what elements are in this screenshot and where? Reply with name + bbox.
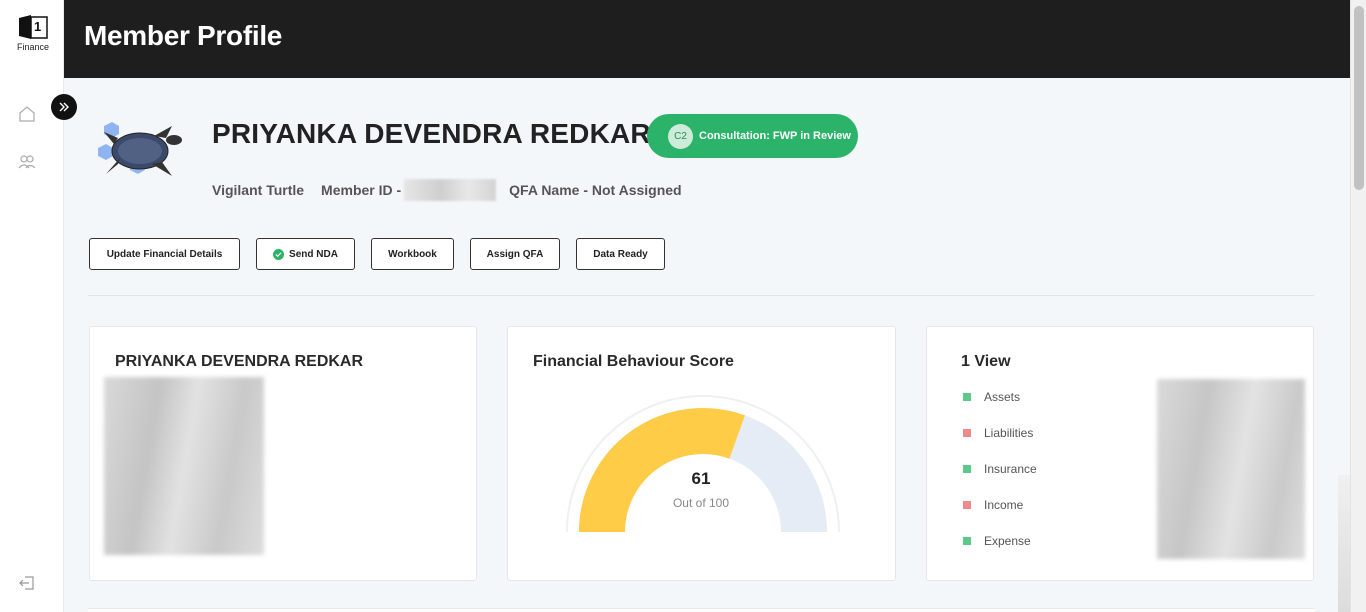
floating-widget-edge bbox=[1338, 475, 1350, 612]
member-name: PRIYANKA DEVENDRA REDKAR bbox=[212, 118, 651, 149]
legend-item-insurance: Insurance bbox=[963, 462, 1037, 476]
status-badge[interactable]: C2 Consultation: FWP in Review bbox=[647, 114, 858, 158]
legend-dot bbox=[963, 393, 971, 401]
member-meta: Vigilant Turtle Member ID - QFA Name - N… bbox=[212, 179, 682, 201]
legend-label: Income bbox=[984, 498, 1024, 512]
member-id-redacted bbox=[404, 179, 497, 201]
scrollbar-thumb[interactable] bbox=[1354, 6, 1364, 190]
app-logo[interactable]: 1 Finance bbox=[14, 14, 52, 52]
section-divider bbox=[88, 295, 1314, 296]
member-card-title: PRIYANKA DEVENDRA REDKAR bbox=[115, 353, 364, 370]
next-section-edge bbox=[88, 608, 1314, 612]
legend-label: Liabilities bbox=[984, 426, 1034, 440]
score-card: Financial Behaviour Score 61 Out of 100 bbox=[507, 326, 896, 581]
logo-text: Finance bbox=[16, 42, 50, 52]
send-nda-label: Send NDA bbox=[289, 248, 338, 260]
update-financial-details-button[interactable]: Update Financial Details bbox=[89, 238, 240, 270]
legend-item-liabilities: Liabilities bbox=[963, 426, 1033, 440]
qfa-label: QFA Name - Not Assigned bbox=[509, 182, 682, 198]
legend-dot bbox=[963, 465, 971, 473]
top-header: Member Profile bbox=[64, 0, 1350, 78]
status-label: Consultation: FWP in Review bbox=[699, 130, 851, 142]
legend-dot bbox=[963, 429, 971, 437]
page-scrollbar[interactable] bbox=[1350, 0, 1366, 612]
score-subtitle: Out of 100 bbox=[672, 496, 730, 510]
score-value: 61 bbox=[691, 469, 711, 488]
legend-item-income: Income bbox=[963, 498, 1023, 512]
home-icon[interactable] bbox=[18, 105, 36, 123]
status-code: C2 bbox=[668, 123, 693, 149]
logo-mark: 1 bbox=[17, 14, 49, 40]
send-nda-button[interactable]: Send NDA bbox=[256, 238, 355, 270]
legend-label: Insurance bbox=[984, 462, 1037, 476]
persona-avatar bbox=[92, 118, 186, 184]
legend-dot bbox=[963, 537, 971, 545]
data-ready-button[interactable]: Data Ready bbox=[576, 238, 665, 270]
score-gauge bbox=[566, 395, 840, 533]
check-circle-icon bbox=[273, 248, 285, 260]
member-photo bbox=[104, 377, 264, 555]
score-card-title: Financial Behaviour Score bbox=[533, 353, 734, 370]
logout-icon[interactable] bbox=[18, 574, 36, 592]
one-view-title: 1 View bbox=[961, 353, 1011, 370]
logo-number: 1 bbox=[34, 19, 42, 34]
workbook-button[interactable]: Workbook bbox=[371, 238, 454, 270]
sidebar: 1 Finance bbox=[0, 0, 64, 612]
assign-qfa-button[interactable]: Assign QFA bbox=[470, 238, 560, 270]
one-view-card: 1 View Assets Liabilities Insurance Inco… bbox=[926, 326, 1314, 581]
legend-item-assets: Assets bbox=[963, 390, 1020, 404]
legend-item-expense: Expense bbox=[963, 534, 1031, 548]
sidebar-toggle-button[interactable] bbox=[51, 94, 77, 120]
chevrons-right-icon bbox=[59, 102, 69, 112]
legend-label: Assets bbox=[984, 390, 1021, 404]
one-view-chart-redacted bbox=[1157, 379, 1305, 559]
page-title: Member Profile bbox=[84, 20, 283, 51]
member-id-label: Member ID - bbox=[321, 182, 402, 198]
member-card: PRIYANKA DEVENDRA REDKAR bbox=[89, 326, 477, 581]
users-icon[interactable] bbox=[18, 153, 36, 171]
legend-dot bbox=[963, 501, 971, 509]
persona-label: Vigilant Turtle bbox=[212, 182, 305, 198]
legend-label: Expense bbox=[984, 534, 1031, 548]
